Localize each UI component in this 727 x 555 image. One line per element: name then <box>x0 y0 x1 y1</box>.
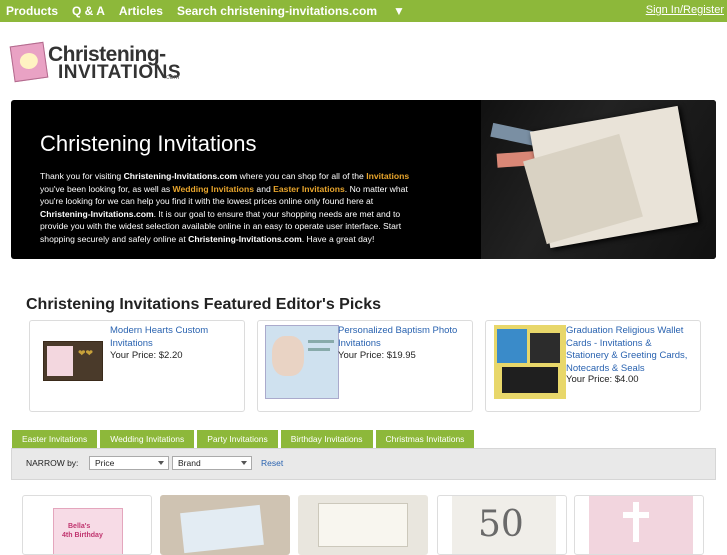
tab-wedding-invitations[interactable]: Wedding Invitations <box>100 430 195 448</box>
product-thumbnail-text: 50 <box>478 504 524 545</box>
nav-qa[interactable]: Q & A <box>72 4 105 18</box>
product-title-link[interactable]: Modern Hearts Custom Invitations <box>110 325 240 350</box>
narrow-label: NARROW by: <box>26 458 79 468</box>
hero-intro-text: Thank you for visiting Christening-Invit… <box>40 171 410 244</box>
tab-party-invitations[interactable]: Party Invitations <box>197 430 278 448</box>
product-title-link[interactable]: Graduation Religious Wallet Cards - Invi… <box>566 325 696 375</box>
narrow-filter-bar: NARROW by: Price Brand Reset <box>11 448 716 480</box>
featured-product-card[interactable]: Graduation Religious Wallet Cards - Invi… <box>485 320 701 412</box>
hero-banner: Christening Invitations Thank you for vi… <box>11 100 716 259</box>
product-card[interactable] <box>298 495 428 555</box>
product-title-link[interactable]: Personalized Baptism Photo Invitations <box>338 325 468 350</box>
price-select[interactable]: Price <box>89 456 169 470</box>
logo-text-line2: INVITATIONS <box>58 62 182 83</box>
nav-search[interactable]: Search christening-invitations.com ▼ <box>177 4 419 18</box>
brand-select[interactable]: Brand <box>172 456 252 470</box>
product-thumbnail[interactable] <box>494 325 566 399</box>
product-thumbnail[interactable]: ❤❤ <box>43 341 103 381</box>
product-price: Your Price: $2.20 <box>110 350 183 361</box>
hero-title: Christening Invitations <box>40 131 257 156</box>
nav-articles[interactable]: Articles <box>119 4 163 18</box>
product-thumbnail-text: Bella's <box>68 523 91 530</box>
product-thumbnail-text: 4th Birthday <box>62 532 103 539</box>
tab-birthday-invitations[interactable]: Birthday Invitations <box>280 430 373 448</box>
product-thumbnail[interactable] <box>589 496 693 554</box>
site-name-bold: Christening-Invitations.com <box>123 171 238 181</box>
product-card[interactable] <box>574 495 704 555</box>
site-logo[interactable]: Christening- INVITATIONS .com <box>9 40 182 84</box>
sign-in-link[interactable]: Sign In/Register <box>646 4 724 16</box>
product-thumbnail[interactable] <box>265 325 339 399</box>
site-name-bold: Christening-Invitations.com <box>188 233 302 244</box>
product-card[interactable]: Bella's 4th Birthday <box>22 495 152 555</box>
wedding-invitations-link[interactable]: Wedding Invitations <box>173 184 254 194</box>
product-thumbnail[interactable] <box>298 495 428 555</box>
invitations-link[interactable]: Invitations <box>366 171 409 181</box>
featured-product-card[interactable]: Personalized Baptism Photo Invitations Y… <box>257 320 473 412</box>
logo-text-suffix: .com <box>164 74 180 81</box>
product-price: Your Price: $4.00 <box>566 374 639 385</box>
main-nav: Products Q & A Articles Search christeni… <box>6 0 433 22</box>
tab-easter-invitations[interactable]: Easter Invitations <box>12 430 98 448</box>
tab-christmas-invitations[interactable]: Christmas Invitations <box>375 430 475 448</box>
chevron-down-icon: ▼ <box>392 4 405 18</box>
hero-invitation-photo <box>481 100 716 259</box>
product-thumbnail[interactable]: 50 <box>452 496 556 554</box>
featured-section-title: Christening Invitations Featured Editor'… <box>26 296 381 313</box>
category-tabs: Easter Invitations Wedding Invitations P… <box>12 430 477 448</box>
product-price: Your Price: $19.95 <box>338 350 416 361</box>
product-thumbnail[interactable] <box>160 495 290 555</box>
featured-product-card[interactable]: ❤❤ Modern Hearts Custom Invitations Your… <box>29 320 245 412</box>
product-card[interactable] <box>160 495 290 555</box>
nav-products[interactable]: Products <box>6 4 58 18</box>
reset-link[interactable]: Reset <box>261 458 283 468</box>
nav-search-label: Search christening-invitations.com <box>176 4 377 18</box>
easter-invitations-link[interactable]: Easter Invitations <box>273 184 345 194</box>
top-nav-bar: Products Q & A Articles Search christeni… <box>0 0 727 22</box>
product-card[interactable]: 50 <box>437 495 567 555</box>
site-name-bold: Christening-Invitations.com <box>40 208 154 219</box>
logo-badge-icon <box>9 41 49 83</box>
product-thumbnail[interactable]: Bella's 4th Birthday <box>53 508 123 554</box>
